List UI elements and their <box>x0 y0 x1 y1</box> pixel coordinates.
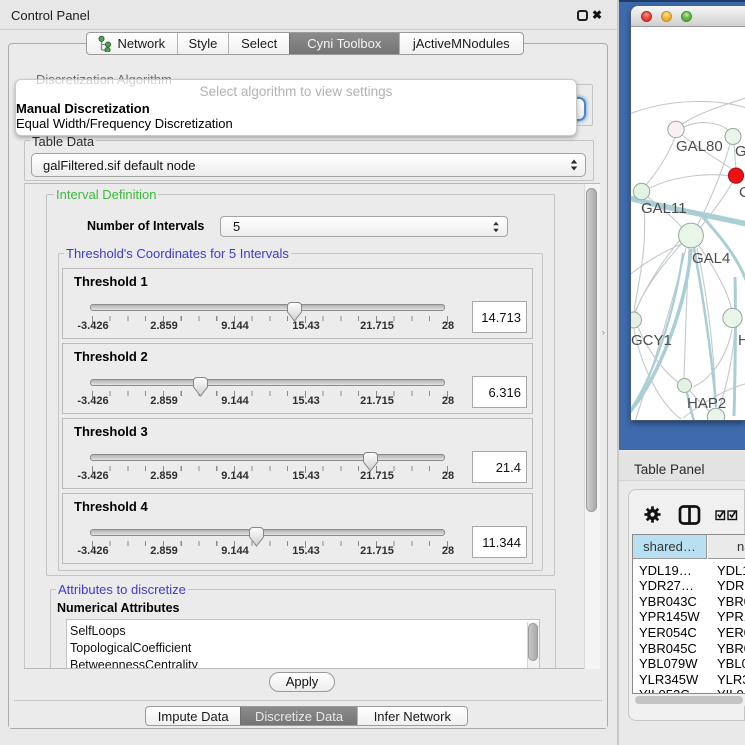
svg-text:GAL11: GAL11 <box>641 200 687 217</box>
svg-text:GAL4: GAL4 <box>692 250 730 267</box>
svg-text:GA: GA <box>735 143 745 160</box>
svg-text:HAP2: HAP2 <box>687 395 726 412</box>
svg-text:GAL80: GAL80 <box>676 138 723 155</box>
svg-text:C: C <box>739 184 745 201</box>
svg-text:H: H <box>738 332 745 349</box>
svg-text:GCY1: GCY1 <box>631 332 672 349</box>
